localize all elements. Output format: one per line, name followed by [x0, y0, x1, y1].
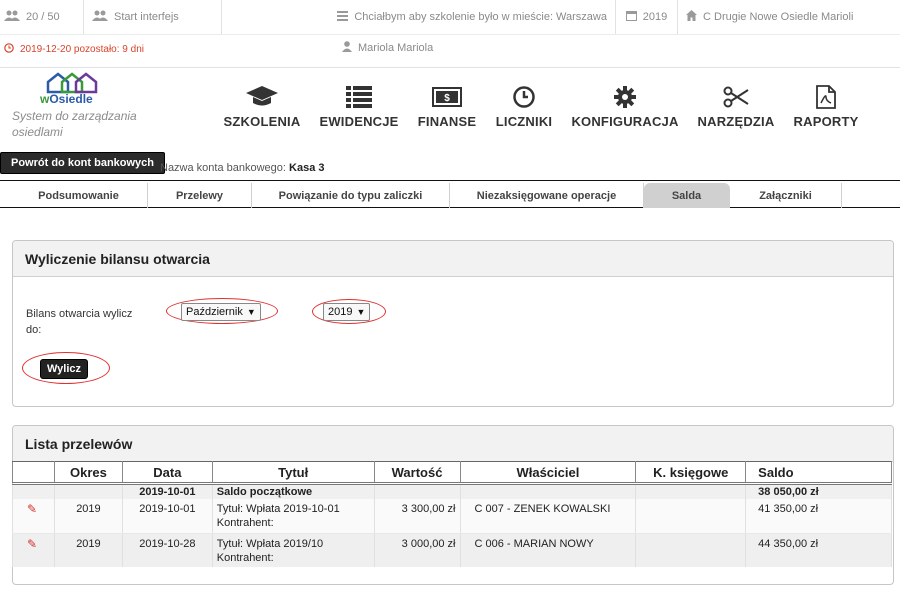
- dropdown-arrow-icon: ▼: [356, 307, 366, 317]
- list-icon: [346, 84, 372, 110]
- community-selector[interactable]: C Drugie Nowe Osiedle Marioli: [678, 0, 900, 34]
- home-icon: [686, 10, 697, 24]
- table-row: ✎ 2019 2019-10-01 Tytuł: Wpłata 2019-10-…: [12, 499, 892, 534]
- training-wish-text: Chciałbym aby szkolenie było w mieście: …: [354, 11, 607, 23]
- nav-finanse[interactable]: $ FINANSE: [414, 84, 480, 134]
- slogan: System do zarządzania osiedlami: [12, 109, 137, 139]
- col-wlasciciel[interactable]: Właściciel: [459, 461, 637, 484]
- nav-narzedzia[interactable]: NARZĘDZIA: [694, 84, 778, 134]
- month-select[interactable]: Październik ▼: [181, 303, 261, 321]
- users-icon: [4, 10, 20, 25]
- users-counter[interactable]: 20 / 50: [0, 0, 84, 34]
- calendar-icon: [625, 10, 637, 24]
- start-interface-link[interactable]: Start interfejs: [84, 0, 222, 34]
- opening-balance-row: 2019-10-01 Saldo początkowe 38 050,00 zł: [12, 483, 892, 499]
- clock-icon: [513, 84, 535, 110]
- year-value: 2019: [642, 11, 668, 23]
- tab-przelewy[interactable]: Przelewy: [148, 183, 252, 208]
- col-tytul[interactable]: Tytuł: [211, 461, 375, 484]
- menu-icon: [337, 10, 349, 24]
- transfers-title: Lista przelewów: [13, 426, 893, 462]
- opening-title: Saldo początkowe: [211, 483, 375, 499]
- table-header: Okres Data Tytuł Wartość Właściciel K. k…: [12, 461, 892, 484]
- users-icon: [92, 10, 108, 25]
- nav-szkolenia[interactable]: SZKOLENIA: [222, 84, 302, 134]
- opening-saldo: 38 050,00 zł: [745, 483, 892, 499]
- edit-pencil-icon[interactable]: ✎: [17, 537, 37, 551]
- col-wartosc[interactable]: Wartość: [373, 461, 461, 484]
- calculate-button[interactable]: Wylicz: [40, 359, 88, 379]
- top-bar: 20 / 50 Start interfejs Chciałbym aby sz…: [0, 0, 900, 68]
- table-row: ✎ 2019 2019-10-28 Tytuł: Wpłata 2019/10 K…: [12, 533, 892, 567]
- nav-konfiguracja[interactable]: KONFIGURACJA: [570, 84, 680, 134]
- pdf-file-icon: [816, 84, 836, 110]
- users-count: 20 / 50: [26, 11, 60, 23]
- nav-ewidencje[interactable]: EWIDENCJE: [316, 84, 402, 134]
- deadline-notice: 2019-12-20 pozostało: 9 dni: [4, 43, 144, 56]
- dropdown-arrow-icon: ▼: [246, 307, 256, 317]
- start-interface-label: Start interfejs: [114, 11, 179, 23]
- clock-icon: [4, 43, 14, 56]
- year-select[interactable]: 2019 ▼: [323, 303, 371, 321]
- user-icon: [342, 41, 352, 55]
- back-to-bank-accounts-button[interactable]: Powrót do kont bankowych: [0, 152, 166, 174]
- graduation-cap-icon: [246, 84, 278, 110]
- tab-bar: Podsumowanie Przelewy Powiązanie do typu…: [0, 180, 900, 208]
- col-actions: [12, 461, 55, 484]
- scissors-icon: [723, 84, 749, 110]
- training-wish[interactable]: Chciałbym aby szkolenie było w mieście: …: [222, 0, 616, 34]
- tab-podsumowanie[interactable]: Podsumowanie: [10, 183, 148, 208]
- current-user[interactable]: Mariola Mariola: [342, 41, 433, 55]
- transfers-table: Okres Data Tytuł Wartość Właściciel K. k…: [12, 461, 892, 567]
- account-name: Nazwa konta bankowego: Kasa 3: [160, 162, 325, 174]
- edit-pencil-icon[interactable]: ✎: [17, 502, 37, 516]
- col-saldo[interactable]: Saldo: [745, 461, 892, 484]
- year-selector[interactable]: 2019: [616, 0, 678, 34]
- gear-icon: [614, 84, 636, 110]
- money-icon: $: [432, 84, 462, 110]
- col-data[interactable]: Data: [121, 461, 213, 484]
- tab-powiazanie[interactable]: Powiązanie do typu zaliczki: [252, 183, 450, 208]
- opening-balance-label: Bilans otwarcia wylicz do:: [26, 308, 133, 336]
- tab-niezaksiegowane[interactable]: Niezaksięgowane operacje: [450, 183, 644, 208]
- col-okres[interactable]: Okres: [53, 461, 123, 484]
- nav-liczniki[interactable]: LICZNIKI: [492, 84, 556, 134]
- opening-date: 2019-10-01: [121, 483, 213, 499]
- svg-text:$: $: [444, 93, 450, 104]
- community-name: C Drugie Nowe Osiedle Marioli: [703, 11, 854, 23]
- tab-salda[interactable]: Salda: [644, 183, 730, 208]
- opening-balance-title: Wyliczenie bilansu otwarcia: [13, 241, 893, 277]
- tab-zalaczniki[interactable]: Załączniki: [730, 183, 842, 208]
- logo-wordmark: wOsiedle: [40, 92, 93, 106]
- nav-raporty[interactable]: RAPORTY: [790, 84, 862, 134]
- col-ksiegowe[interactable]: K. księgowe: [635, 461, 747, 484]
